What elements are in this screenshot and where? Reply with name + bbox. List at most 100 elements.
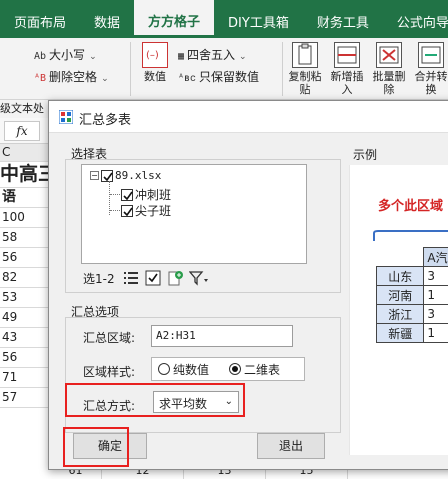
radio-2d-table[interactable]	[229, 363, 241, 375]
table-cell[interactable]: 100	[0, 208, 50, 228]
fx-button[interactable]: fx	[4, 121, 40, 141]
case-button[interactable]: Ab大小写 ⌄	[34, 46, 97, 63]
ribbon-tab-bar: 页面布局 数据 方方格子 DIY工具箱 财务工具 公式向导	[0, 0, 448, 38]
radio-plain-values[interactable]	[158, 363, 170, 375]
round-button[interactable]: ▦四舍五入⌄	[178, 46, 247, 63]
example-value: 3	[424, 267, 448, 286]
example-col-header: A汽	[424, 248, 448, 267]
table-cell[interactable]: 49	[0, 308, 50, 328]
table-cell[interactable]: 82	[0, 268, 50, 288]
table-cell[interactable]: 56	[0, 248, 50, 268]
case-label: 大小写	[49, 48, 85, 62]
example-province: 浙江	[377, 305, 424, 324]
remove-space-icon: ᴬB	[34, 73, 46, 84]
chevron-down-icon: ⌄	[89, 52, 97, 62]
radio-2d-table-label: 二维表	[244, 361, 280, 378]
batch-delete-label: 批量删除	[373, 70, 406, 96]
sheet-checkbox[interactable]	[121, 205, 133, 217]
merge-button[interactable]: 合并转换	[412, 42, 448, 96]
tree-sheet-label: 尖子班	[135, 202, 171, 219]
example-value: 1	[424, 286, 448, 305]
tree-sheet-label: 冲刺班	[135, 186, 171, 203]
sheet-tree[interactable]: − 89.xlsx 冲刺班 尖子班	[81, 164, 307, 264]
list-icon[interactable]	[123, 270, 139, 286]
example-label: 示例	[353, 146, 377, 163]
insert-icon	[334, 42, 360, 68]
tree-toolbar: 选1-2	[83, 267, 215, 289]
sheet-column: C 中高三 语 100 58 56 82 53 49 43 56 71 57	[0, 144, 50, 478]
numeric-button[interactable]: (–) 数值	[138, 42, 172, 83]
table-cell[interactable]: 71	[0, 368, 50, 388]
keep-values-button[interactable]: ᴬʙᴄ只保留数值	[178, 68, 259, 85]
ribbon-separator	[130, 42, 131, 96]
highlight-box	[63, 427, 129, 467]
example-province: 山东	[377, 267, 424, 286]
tab-diy-toolbox[interactable]: DIY工具箱	[214, 0, 303, 38]
new-insert-button[interactable]: 新增插入	[328, 42, 366, 96]
chevron-down-icon: ⌄	[239, 52, 247, 62]
tab-fangfang[interactable]: 方方格子	[134, 0, 214, 38]
round-label: 四舍五入	[187, 48, 235, 62]
table-row: 新疆 1	[377, 324, 448, 343]
ribbon-group-label: 级文本处	[0, 100, 48, 118]
collapse-icon[interactable]: −	[90, 171, 99, 180]
batch-delete-button[interactable]: 批量删除	[370, 42, 408, 96]
merge-icon	[418, 42, 444, 68]
numeric-icon: (–)	[142, 42, 168, 68]
ribbon-separator	[282, 42, 283, 96]
case-icon: Ab	[34, 51, 46, 62]
tree-line	[110, 210, 120, 211]
example-table: A汽 山东 3 河南 1 浙江 3 新疆 1	[376, 247, 448, 343]
table-cell[interactable]: 53	[0, 288, 50, 308]
file-checkbox[interactable]	[101, 170, 113, 182]
style-label: 区域样式:	[83, 363, 135, 380]
copy-paste-button[interactable]: 复制粘贴	[286, 42, 324, 96]
style-radio-group: 纯数值 二维表	[151, 357, 305, 381]
dialog-titlebar: 汇总多表	[49, 101, 448, 133]
range-input[interactable]: A2:H31	[151, 325, 293, 347]
table-row: 浙江 3	[377, 305, 448, 324]
highlight-box	[65, 383, 245, 417]
sheet-title-cell[interactable]: 中高三	[0, 162, 50, 188]
radio-plain-values-label: 纯数值	[173, 361, 209, 378]
tree-line	[110, 194, 120, 195]
new-insert-label: 新增插入	[331, 70, 364, 96]
example-corner	[377, 248, 424, 267]
tree-sheet-row[interactable]: 尖子班	[110, 202, 171, 219]
exit-button[interactable]: 退出	[257, 433, 325, 459]
table-cell[interactable]: 58	[0, 228, 50, 248]
tab-finance-tools[interactable]: 财务工具	[303, 0, 383, 38]
add-sheet-icon[interactable]	[167, 270, 183, 286]
numeric-label: 数值	[144, 70, 166, 83]
filter-icon[interactable]	[189, 270, 209, 286]
tree-file-row[interactable]: − 89.xlsx	[90, 169, 161, 182]
tab-formula-wizard[interactable]: 公式向导	[383, 0, 448, 38]
keep-values-icon: ᴬʙᴄ	[178, 73, 196, 84]
sheet-header-cell[interactable]: 语	[0, 188, 50, 208]
example-panel: 多个此区域 A汽 山东 3 河南 1 浙江 3 新疆 1	[349, 165, 448, 455]
tab-data[interactable]: 数据	[80, 0, 134, 38]
delete-grid-icon	[376, 42, 402, 68]
dialog-title: 汇总多表	[79, 109, 131, 128]
select-all-icon[interactable]	[145, 270, 161, 286]
tree-file-label: 89.xlsx	[115, 169, 161, 182]
summarize-sheets-dialog: 汇总多表 选择表 − 89.xlsx 冲刺班 尖子班 选1-2	[48, 100, 448, 470]
example-province: 新疆	[377, 324, 424, 343]
app-icon	[59, 110, 73, 124]
remove-space-label: 删除空格	[49, 70, 97, 84]
keep-values-label: 只保留数值	[199, 70, 259, 84]
remove-space-button[interactable]: ᴬB删除空格⌄	[34, 68, 109, 85]
tree-sheet-row[interactable]: 冲刺班	[110, 186, 171, 203]
clipboard-icon	[292, 42, 318, 68]
table-cell[interactable]: 56	[0, 348, 50, 368]
column-header[interactable]: C	[0, 144, 50, 162]
table-cell[interactable]: 57	[0, 388, 50, 408]
range-label: 汇总区域:	[83, 329, 135, 346]
sheet-checkbox[interactable]	[121, 189, 133, 201]
tab-page-layout[interactable]: 页面布局	[0, 0, 80, 38]
example-province: 河南	[377, 286, 424, 305]
example-banner: 多个此区域	[378, 195, 443, 214]
example-value: 3	[424, 305, 448, 324]
copy-paste-label: 复制粘贴	[289, 70, 322, 96]
table-cell[interactable]: 43	[0, 328, 50, 348]
